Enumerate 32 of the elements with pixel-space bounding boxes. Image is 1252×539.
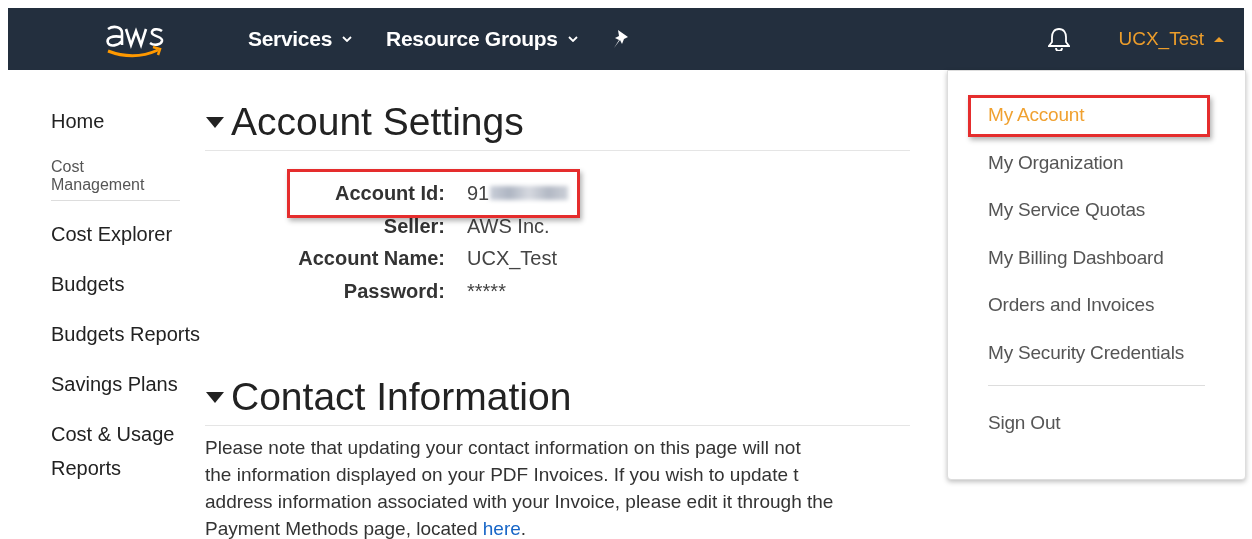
collapse-icon[interactable] xyxy=(205,115,225,129)
nav-menu[interactable]: Services xyxy=(248,27,352,51)
sidebar-item[interactable]: Home xyxy=(51,104,201,138)
menu-item[interactable]: My Service Quotas xyxy=(988,199,1146,220)
section-title: Account Settings xyxy=(231,100,524,144)
field-value: ***** xyxy=(467,278,506,304)
menu-item[interactable]: My Security Credentials xyxy=(988,341,1185,363)
contact-note: Please note that updating your contact information on this page will not the information displayed on your PDF Invoices. If you wish to update t address information associated with your Invoice, please edit it through the Payment Methods page, located here. xyxy=(205,436,835,539)
section-title: Contact Information xyxy=(231,375,572,419)
sidebar-heading: Cost Management xyxy=(51,158,180,201)
sidebar-item[interactable]: Cost & Usage Reports xyxy=(51,417,201,485)
field-value: UCX_Test xyxy=(467,246,558,272)
field-value: AWS Inc. xyxy=(467,213,550,239)
field-label: Account Id: xyxy=(335,182,445,204)
sidebar-item[interactable]: Budgets xyxy=(51,267,201,301)
caret-icon xyxy=(1214,36,1224,42)
collapse-icon[interactable] xyxy=(205,390,225,404)
user-menu-button[interactable]: UCX_Test xyxy=(1118,28,1224,50)
sidebar-item[interactable]: Cost Explorer xyxy=(51,217,201,251)
sign-out-item[interactable]: Sign Out xyxy=(968,399,1210,447)
sidebar-item[interactable]: Savings Plans xyxy=(51,367,201,401)
menu-item[interactable]: My Billing Dashboard xyxy=(988,246,1164,268)
here-link[interactable]: here xyxy=(482,518,521,539)
menu-item[interactable]: Orders and Invoices xyxy=(988,294,1155,315)
field-label: Account Name: xyxy=(298,247,445,269)
menu-item[interactable]: My Organization xyxy=(988,151,1124,173)
field-label: Seller: xyxy=(383,214,445,237)
field-value: 91 xyxy=(467,181,490,206)
sidebar-item[interactable]: Budgets Reports xyxy=(51,317,201,351)
notification-bell-icon[interactable] xyxy=(1048,27,1071,51)
field-label: Password: xyxy=(343,279,445,302)
nav-menu-label: Services xyxy=(248,27,332,51)
